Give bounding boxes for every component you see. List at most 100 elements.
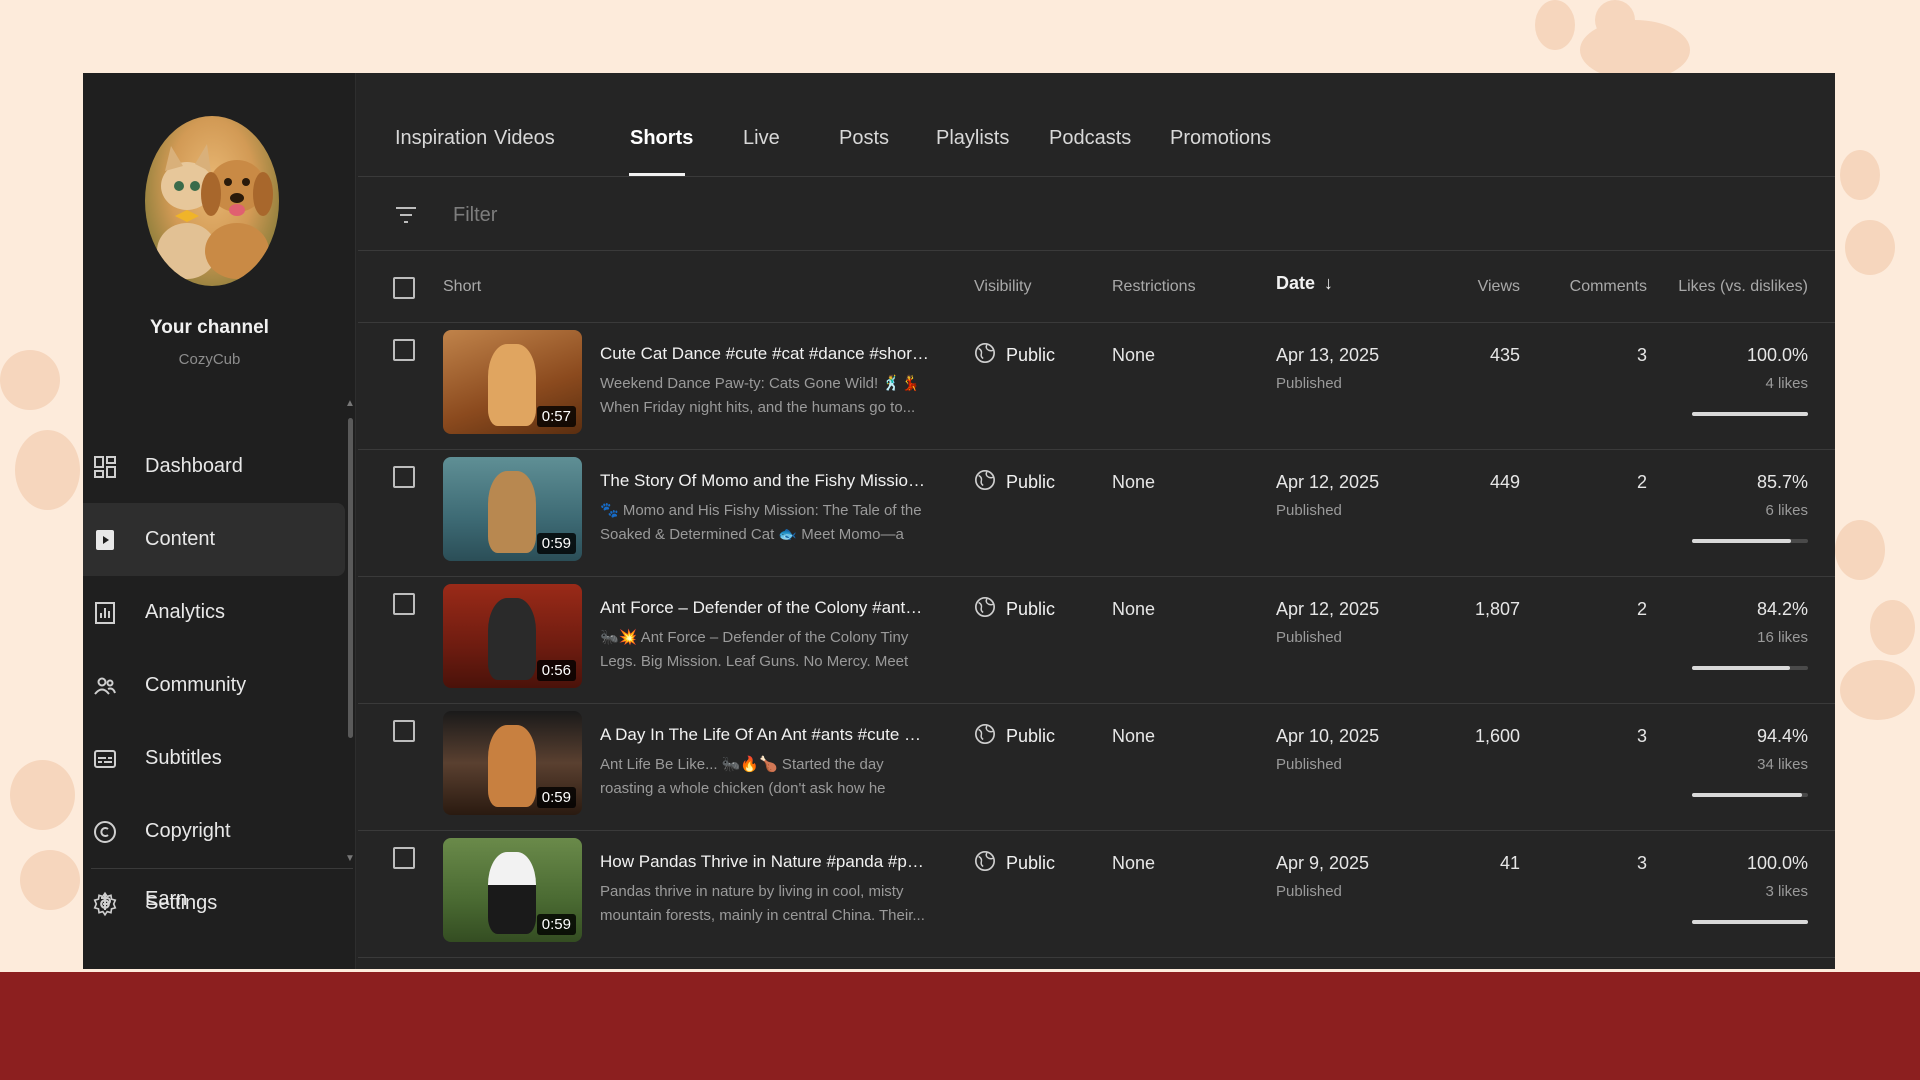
sidebar-item-community[interactable]: Community [83,649,345,722]
sidebar-item-label: Subtitles [145,747,222,769]
restrictions-value: None [1112,599,1156,619]
tab-shorts[interactable]: Shorts [630,127,693,150]
paw-decoration [10,760,75,830]
sidebar-item-subtitles[interactable]: Subtitles [83,722,345,795]
table-row[interactable]: 0:59 How Pandas Thrive in Nature #panda … [358,831,1835,958]
visibility-label: Public [1006,345,1056,365]
table-row[interactable]: 0:59 The Story Of Momo and the Fishy Mis… [358,450,1835,577]
tab-podcasts[interactable]: Podcasts [1049,127,1131,150]
row-checkbox[interactable] [393,339,415,361]
likes-count: 16 likes [1757,629,1808,646]
likes-ratio-bar [1692,920,1808,924]
thumbnail-figure [488,852,536,934]
paw-decoration [1840,660,1915,720]
publish-status: Published [1276,756,1342,773]
globe-icon [974,850,996,877]
video-description: Pandas thrive in nature by living in coo… [600,883,925,924]
comments-value: 3 [1636,345,1647,365]
date-value: Apr 9, 2025 [1276,853,1370,873]
sidebar-item-content[interactable]: Content [83,503,345,576]
video-thumbnail[interactable]: 0:59 [443,711,582,815]
date-value: Apr 10, 2025 [1276,726,1380,746]
likes-ratio-bar [1692,793,1808,797]
visibility-label: Public [1006,472,1056,492]
sidebar-item-settings[interactable]: Settings [91,868,353,938]
visibility-cell[interactable]: Public [974,723,1055,750]
row-checkbox[interactable] [393,593,415,615]
paw-decoration [0,350,60,410]
tab-playlists[interactable]: Playlists [936,127,1009,150]
table-row[interactable]: 0:59 A Day In The Life Of An Ant #ants #… [358,704,1835,831]
header-comments: Comments [1569,278,1647,295]
sidebar-nav: Dashboard Content Analytics Community Su… [83,430,345,912]
filter-input[interactable] [453,201,1053,229]
visibility-label: Public [1006,853,1056,873]
row-checkbox[interactable] [393,720,415,742]
video-title[interactable]: Ant Force – Defender of the Colony #ants… [600,598,930,618]
likes-ratio-bar [1692,539,1808,543]
sidebar-item-label: Analytics [145,601,226,623]
video-title[interactable]: Cute Cat Dance #cute #cat #dance #shortv… [600,344,930,364]
video-title[interactable]: A Day In The Life Of An Ant #ants #cute … [600,725,930,745]
likes-percent: 85.7% [1756,472,1808,492]
video-duration: 0:56 [536,660,576,681]
comments-value: 2 [1636,472,1647,492]
likes-count: 6 likes [1765,502,1808,519]
dashboard-icon [91,453,119,481]
tab-posts[interactable]: Posts [839,127,889,150]
video-description: Ant Life Be Like... 🐜🔥🍗 Started the day … [600,756,886,797]
likes-ratio-fill [1692,412,1808,416]
sidebar-scroll-up-icon[interactable]: ▲ [345,398,355,409]
filter-icon[interactable] [394,203,418,232]
video-title[interactable]: The Story Of Momo and the Fishy Mission … [600,471,930,491]
header-date[interactable]: Date ↓ [1276,273,1333,294]
gear-icon [91,890,119,918]
likes-percent: 94.4% [1756,726,1808,746]
row-checkbox[interactable] [393,466,415,488]
sidebar-scroll-down-icon[interactable]: ▼ [345,853,355,864]
visibility-cell[interactable]: Public [974,469,1055,496]
row-checkbox[interactable] [393,847,415,869]
select-all-checkbox[interactable] [393,277,415,299]
thumbnail-figure [488,344,536,426]
views-value: 435 [1489,345,1520,365]
comments-value: 3 [1636,726,1647,746]
sidebar-scrollbar[interactable] [348,418,353,738]
header-date-label: Date [1276,273,1316,293]
thumbnail-figure [488,725,536,807]
video-thumbnail[interactable]: 0:59 [443,457,582,561]
sidebar-item-copyright[interactable]: Copyright [83,795,345,868]
tab-videos[interactable]: Videos [494,127,555,150]
restrictions-value: None [1112,472,1156,492]
visibility-cell[interactable]: Public [974,342,1055,369]
channel-avatar[interactable] [145,116,279,286]
sidebar: Your channel CozyCub ▲ ▼ Dashboard Conte… [83,73,356,969]
likes-ratio-fill [1692,539,1792,543]
tab-live[interactable]: Live [743,127,780,150]
views-value: 449 [1489,472,1520,492]
sidebar-item-label: Content [145,528,216,550]
table-row[interactable]: 0:57 Cute Cat Dance #cute #cat #dance #s… [358,323,1835,450]
table-row[interactable]: 0:56 Ant Force – Defender of the Colony … [358,577,1835,704]
video-thumbnail[interactable]: 0:59 [443,838,582,942]
video-description: 🐜💥 Ant Force – Defender of the Colony Ti… [600,629,909,670]
tab-promotions[interactable]: Promotions [1170,127,1271,150]
publish-status: Published [1276,502,1342,519]
comments-value: 3 [1636,853,1647,873]
tab-inspiration[interactable]: Inspiration [395,127,487,150]
sidebar-item-dashboard[interactable]: Dashboard [83,430,345,503]
globe-icon [974,342,996,369]
visibility-label: Public [1006,599,1056,619]
date-value: Apr 12, 2025 [1276,472,1380,492]
visibility-cell[interactable]: Public [974,596,1055,623]
views-value: 1,807 [1474,599,1520,619]
paw-decoration [1535,0,1575,50]
visibility-cell[interactable]: Public [974,850,1055,877]
video-thumbnail[interactable]: 0:56 [443,584,582,688]
video-title[interactable]: How Pandas Thrive in Nature #panda #pand… [600,852,930,872]
video-thumbnail[interactable]: 0:57 [443,330,582,434]
sidebar-item-analytics[interactable]: Analytics [83,576,345,649]
video-duration: 0:59 [536,914,576,935]
likes-ratio-bar [1692,666,1808,670]
likes-ratio-fill [1692,920,1808,924]
